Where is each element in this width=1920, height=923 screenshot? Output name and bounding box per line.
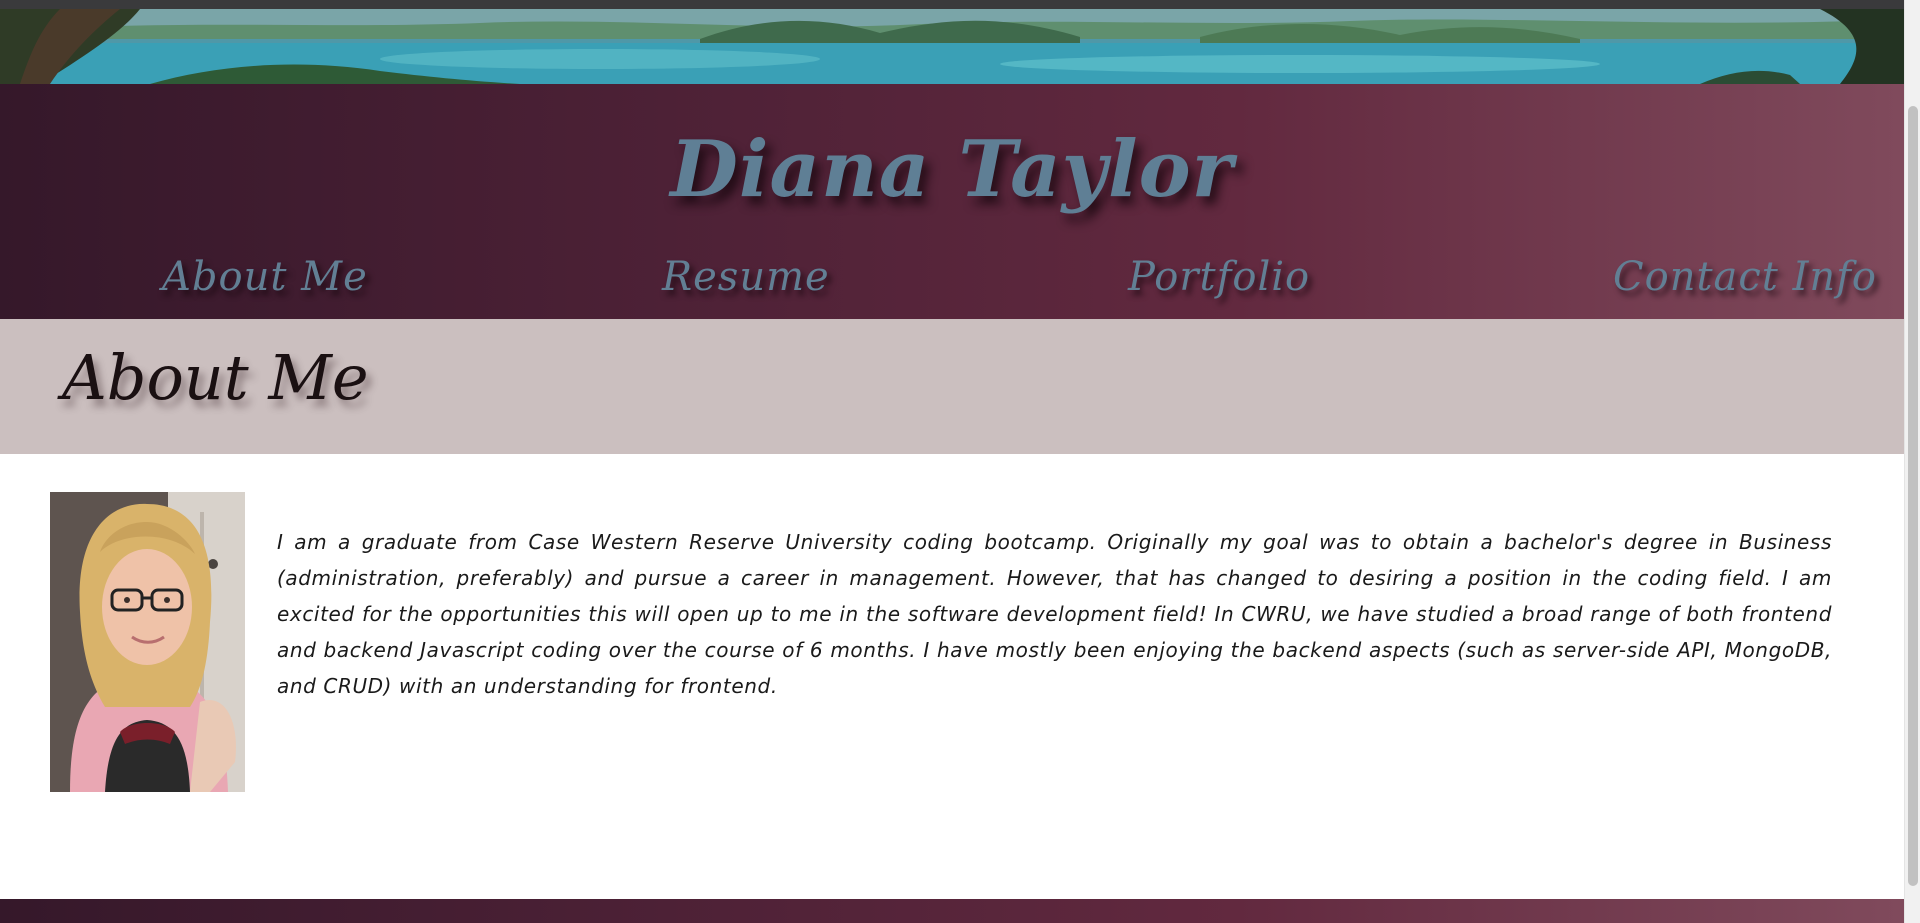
nav-link-about-me[interactable]: About Me [162,254,368,300]
vertical-scrollbar[interactable] [1904,0,1920,923]
site-footer [0,899,1904,923]
site-header: Diana Taylor About Me Resume Portfolio C… [0,84,1904,319]
page: Diana Taylor About Me Resume Portfolio C… [0,0,1904,923]
browser-top-strip [0,0,1904,9]
about-content: I am a graduate from Case Western Reserv… [0,454,1904,899]
section-title: About Me [62,341,369,414]
section-heading-bar: About Me [0,319,1904,454]
main-nav: About Me Resume Portfolio Contact Info [0,254,1904,304]
nav-link-resume[interactable]: Resume [662,254,830,300]
profile-photo [50,492,245,792]
scrollbar-thumb[interactable] [1908,106,1918,886]
nav-link-portfolio[interactable]: Portfolio [1128,254,1310,300]
site-title: Diana Taylor [670,124,1234,215]
bio-paragraph: I am a graduate from Case Western Reserv… [277,530,1832,698]
nav-link-contact-info[interactable]: Contact Info [1613,254,1877,300]
landscape-banner-image [0,9,1904,84]
